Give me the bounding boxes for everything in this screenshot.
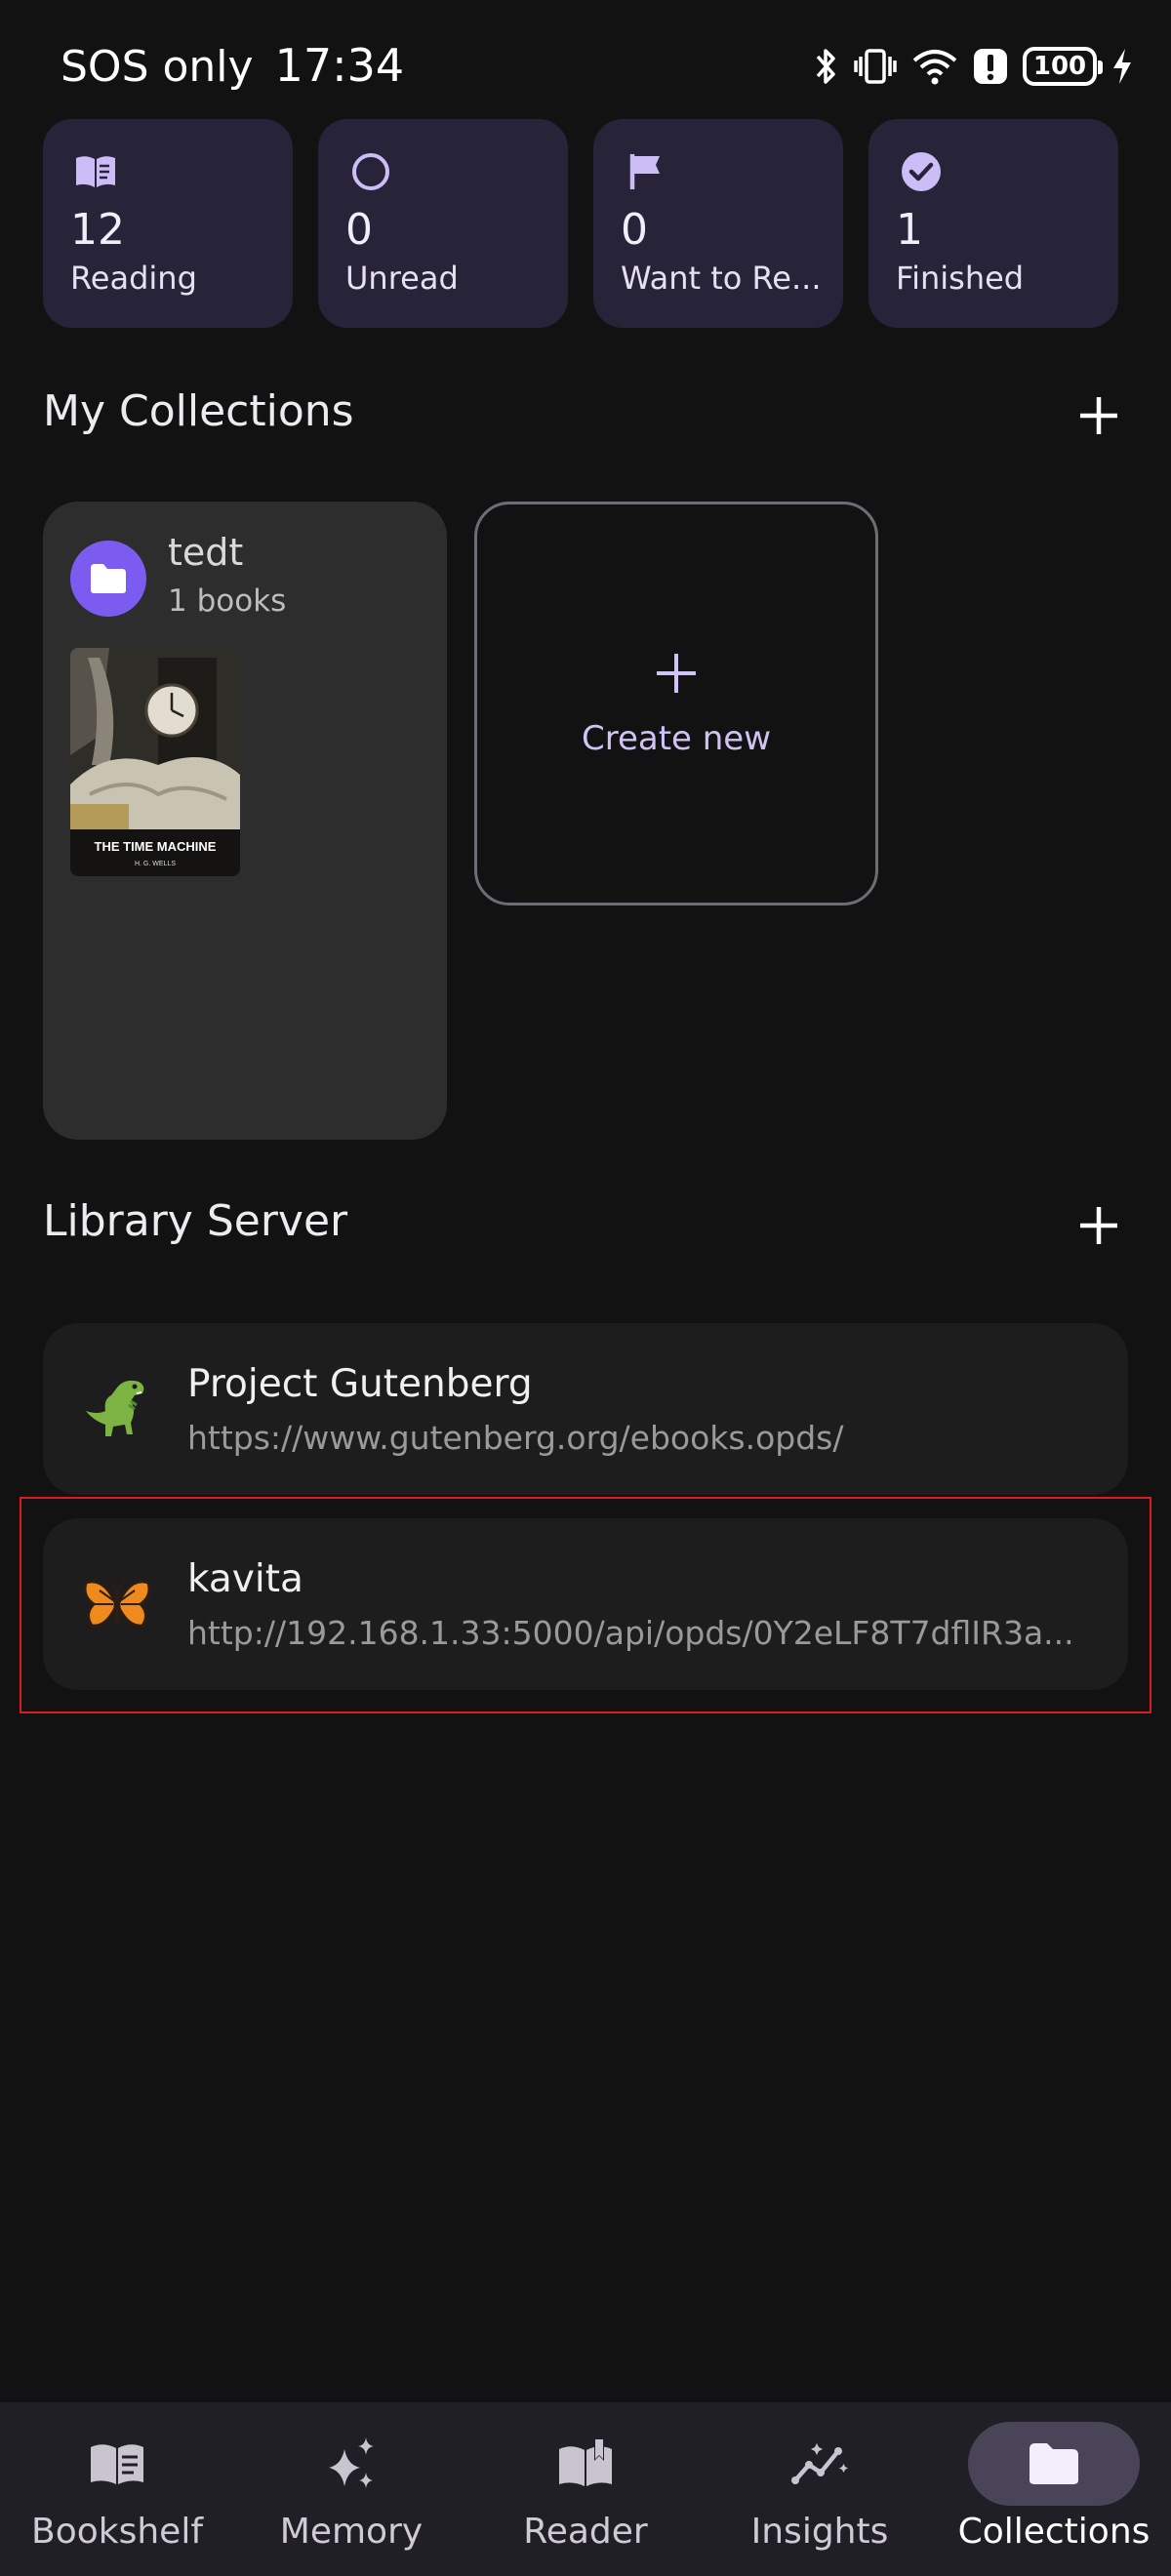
nav-label: Memory — [279, 2512, 424, 2552]
collection-count: 1 books — [168, 584, 287, 619]
nav-collections[interactable]: Collections — [937, 2402, 1171, 2576]
nav-memory[interactable]: Memory — [234, 2402, 468, 2576]
carrier-text: SOS only — [61, 42, 254, 92]
folder-avatar — [70, 541, 146, 617]
vibrate-icon — [854, 49, 897, 84]
bluetooth-icon — [816, 49, 835, 84]
nav-label: Insights — [750, 2512, 889, 2552]
flag-icon — [629, 154, 660, 189]
bottom-navigation: Bookshelf Memory Reader Insights Collect… — [0, 2402, 1171, 2576]
stat-count: 1 — [896, 205, 923, 255]
plus-icon — [1080, 1207, 1117, 1244]
battery-icon: 100 — [1023, 47, 1103, 86]
collections-title: My Collections — [43, 386, 354, 436]
folder-icon — [91, 564, 126, 593]
stat-count: 0 — [345, 205, 373, 255]
status-left: SOS only 17:34 — [61, 39, 404, 92]
book-open-icon — [76, 156, 115, 187]
plus-icon — [1080, 397, 1117, 434]
book-cover[interactable]: THE TIME MACHINE H. G. WELLS — [70, 648, 240, 876]
butterfly-icon — [83, 1578, 151, 1628]
status-icons: 100 — [814, 47, 1134, 86]
create-collection-card[interactable]: Create new — [474, 502, 878, 906]
folder-icon — [1030, 2443, 1078, 2484]
charging-icon — [1113, 49, 1131, 84]
battery-level: 100 — [1032, 52, 1087, 81]
stat-label: Reading — [70, 260, 197, 297]
stat-card-want-to-read[interactable]: 0 Want to Re... — [593, 119, 843, 328]
stat-card-unread[interactable]: 0 Unread — [318, 119, 568, 328]
status-bar: SOS only 17:34 100 — [0, 0, 1171, 107]
stat-label: Unread — [345, 260, 459, 297]
stat-label: Finished — [896, 260, 1025, 297]
insights-icon — [791, 2443, 848, 2484]
bookshelf-icon — [91, 2444, 143, 2484]
stat-count: 0 — [621, 205, 648, 255]
server-item-gutenberg[interactable]: Project Gutenberg https://www.gutenberg.… — [43, 1323, 1128, 1495]
alert-icon — [974, 49, 1007, 84]
check-circle-icon — [902, 152, 941, 191]
wifi-icon — [912, 50, 957, 85]
stat-card-finished[interactable]: 1 Finished — [868, 119, 1118, 328]
add-collection-button[interactable] — [1070, 386, 1128, 445]
cover-art: THE TIME MACHINE H. G. WELLS — [70, 648, 240, 876]
sparkle-icon — [329, 2437, 374, 2488]
create-new-label: Create new — [581, 719, 772, 758]
add-server-button[interactable] — [1070, 1196, 1128, 1255]
stat-card-reading[interactable]: 12 Reading — [43, 119, 293, 328]
nav-insights[interactable]: Insights — [703, 2402, 937, 2576]
server-url: http://192.168.1.33:5000/api/opds/0Y2eLF… — [187, 1614, 1074, 1652]
collection-card-tedt[interactable]: tedt 1 books THE TIME MACHINE H. G. WELL… — [43, 502, 447, 1140]
stat-label: Want to Re... — [621, 260, 822, 297]
library-title: Library Server — [43, 1196, 348, 1246]
cover-title: THE TIME MACHINE — [95, 839, 217, 854]
reader-icon — [559, 2439, 612, 2486]
nav-label: Reader — [523, 2512, 648, 2552]
clock: 17:34 — [274, 39, 405, 92]
plus-icon — [657, 654, 696, 693]
collection-name: tedt — [168, 531, 244, 574]
server-url: https://www.gutenberg.org/ebooks.opds/ — [187, 1419, 844, 1457]
server-name: Project Gutenberg — [187, 1362, 533, 1406]
circle-icon — [352, 153, 389, 190]
server-item-kavita[interactable]: kavita http://192.168.1.33:5000/api/opds… — [43, 1518, 1128, 1690]
stat-count: 12 — [70, 205, 125, 255]
server-name: kavita — [187, 1557, 303, 1601]
nav-reader[interactable]: Reader — [468, 2402, 703, 2576]
nav-label: Collections — [957, 2512, 1151, 2552]
cover-author: H. G. WELLS — [135, 861, 176, 867]
nav-label: Bookshelf — [31, 2512, 203, 2552]
dinosaur-icon — [86, 1380, 144, 1436]
nav-bookshelf[interactable]: Bookshelf — [0, 2402, 234, 2576]
